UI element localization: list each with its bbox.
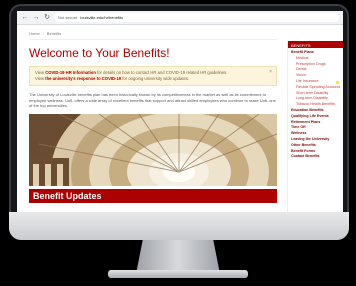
- screen: ← → ↻ Not secure louisville.edu/hr/benef…: [17, 11, 343, 215]
- sidebar-list: Benefit Plans Medical Prescription Drugs De…: [288, 48, 343, 160]
- reload-icon[interactable]: ↻: [43, 14, 51, 22]
- intro-paragraph: The University of Louisville benefits pl…: [29, 92, 276, 108]
- covid-alert: View COVID-19 HR Information for details…: [29, 66, 277, 86]
- sidebar-header: BENEFITS: [288, 41, 343, 48]
- breadcrumb: Home / Benefits: [29, 31, 277, 40]
- monitor-frame: ← → ↻ Not secure louisville.edu/hr/benef…: [9, 4, 349, 240]
- sidebar-item[interactable]: Flexible Spending Accounts: [291, 85, 343, 91]
- alert-text-2: for ongoing university wide updates.: [121, 76, 190, 81]
- monitor-chin: [9, 212, 349, 240]
- main-content: Home / Benefits Welcome to Your Benefits…: [17, 25, 287, 215]
- alert-text-2-prefix: View: [35, 76, 46, 81]
- breadcrumb-separator: /: [42, 31, 44, 36]
- page-title: Welcome to Your Benefits!: [29, 46, 170, 60]
- monitor-base: [108, 270, 248, 278]
- hero-image-dome: [29, 113, 277, 186]
- web-page: Home / Benefits Welcome to Your Benefits…: [17, 25, 343, 215]
- breadcrumb-home[interactable]: Home: [29, 31, 40, 36]
- university-response-link[interactable]: the university's response to COVID-19: [45, 76, 121, 81]
- security-indicator[interactable]: Not secure: [58, 15, 77, 20]
- url-text: louisville.edu/hr/benefits: [80, 15, 124, 20]
- back-icon[interactable]: ←: [21, 14, 29, 22]
- browser-toolbar: ← → ↻ Not secure louisville.edu/hr/benef…: [17, 11, 343, 25]
- sidebar-nav: BENEFITS Benefit Plans Medical Prescriptio…: [287, 41, 343, 215]
- breadcrumb-current: Benefits: [46, 31, 62, 36]
- sidebar-item[interactable]: Contact Benefits: [291, 154, 343, 160]
- close-icon[interactable]: ×: [269, 69, 272, 75]
- alert-text-1: for details on how to contact HR and COV…: [95, 70, 228, 75]
- highlight-marker: [336, 81, 339, 84]
- forward-icon[interactable]: →: [32, 14, 40, 22]
- covid-hr-link[interactable]: COVID-19 HR Information: [45, 70, 96, 75]
- desktop-scene: ← → ↻ Not secure louisville.edu/hr/benef…: [0, 0, 356, 286]
- benefit-updates-banner: Benefit Updates: [29, 188, 277, 203]
- alert-prefix: View: [35, 70, 45, 75]
- banner-title: Benefit Updates: [33, 190, 102, 201]
- address-bar[interactable]: Not secure louisville.edu/hr/benefits: [54, 13, 339, 22]
- monitor-stand: [136, 240, 220, 274]
